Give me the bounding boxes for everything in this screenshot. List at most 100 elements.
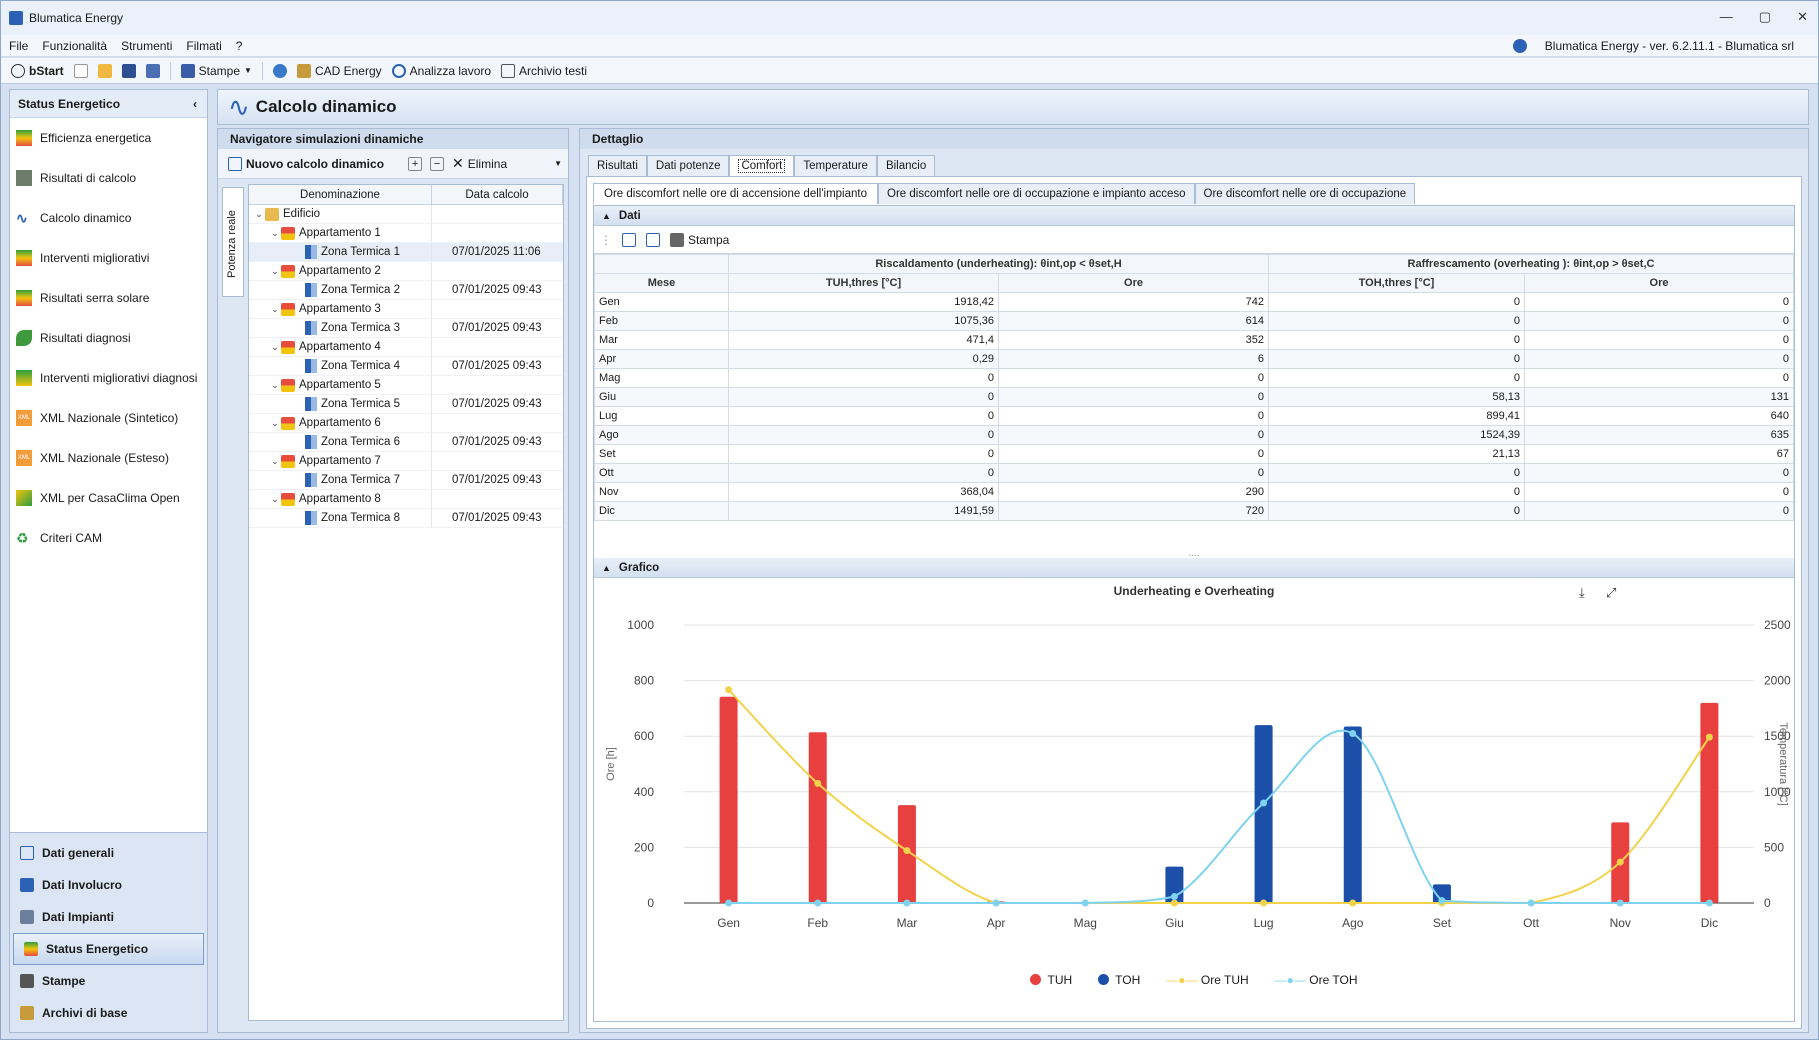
chevron-up-icon[interactable]: ▲ bbox=[602, 563, 611, 573]
tree-row-apartment[interactable]: ⌄ Appartamento 3 bbox=[249, 300, 563, 319]
chevron-down-icon[interactable]: ⌄ bbox=[269, 494, 281, 505]
tree-row-zone[interactable]: Zona Termica 5 07/01/2025 09:43 bbox=[249, 395, 563, 414]
table-row[interactable]: Nov 368,04 290 0 0 bbox=[594, 482, 1794, 502]
gear-icon[interactable] bbox=[272, 63, 287, 78]
menu-help[interactable]: ? bbox=[236, 39, 243, 53]
subtab-occupazione[interactable]: Ore discomfort nelle ore di occupazione bbox=[1194, 183, 1416, 204]
legend-ore-toh[interactable]: —●— Ore TOH bbox=[1275, 973, 1358, 987]
col-mese[interactable]: Mese bbox=[594, 273, 729, 293]
nav-status-energetico[interactable]: Status Energetico bbox=[13, 933, 204, 965]
sidebar-item-efficienza[interactable]: Efficienza energetica bbox=[10, 118, 207, 158]
menu-filmati[interactable]: Filmati bbox=[186, 39, 221, 53]
table-row[interactable]: Mag 0 0 0 0 bbox=[594, 368, 1794, 388]
sidebar-item-interventi-diagnosi[interactable]: Interventi migliorativi diagnosi bbox=[10, 358, 207, 398]
expand-all-icon[interactable]: + bbox=[408, 156, 423, 171]
table-row[interactable]: Dic 1491,59 720 0 0 bbox=[594, 501, 1794, 521]
menu-file[interactable]: File bbox=[9, 39, 28, 53]
chevron-down-icon[interactable]: ⌄ bbox=[269, 418, 281, 429]
table-row[interactable]: Apr 0,29 6 0 0 bbox=[594, 349, 1794, 369]
tab-comfort[interactable]: Comfort bbox=[729, 155, 795, 176]
tree-row-zone[interactable]: Zona Termica 4 07/01/2025 09:43 bbox=[249, 357, 563, 376]
table-row[interactable]: Giu 0 0 58,13 131 bbox=[594, 387, 1794, 407]
save-all-icon[interactable] bbox=[145, 63, 160, 78]
chevron-down-icon[interactable]: ⌄ bbox=[269, 228, 281, 239]
collapse-icon[interactable]: ‹ bbox=[193, 97, 197, 111]
sidebar-item-calcolo-dinamico[interactable]: ∿ Calcolo dinamico bbox=[10, 198, 207, 238]
legend-toh[interactable]: TOH bbox=[1098, 973, 1140, 987]
tab-dati-potenze[interactable]: Dati potenze bbox=[646, 155, 730, 176]
sidebar-item-xml-sintetico[interactable]: XML XML Nazionale (Sintetico) bbox=[10, 398, 207, 438]
tree-row-zone[interactable]: Zona Termica 6 07/01/2025 09:43 bbox=[249, 433, 563, 452]
cad-energy-button[interactable]: CAD Energy bbox=[296, 63, 382, 78]
new-dynamic-calc-button[interactable]: Nuovo calcolo dinamico bbox=[228, 156, 384, 171]
table-row[interactable]: Ott 0 0 0 0 bbox=[594, 463, 1794, 483]
tree-row-zone[interactable]: Zona Termica 7 07/01/2025 09:43 bbox=[249, 471, 563, 490]
tree-row-root[interactable]: ⌄ Edificio bbox=[249, 205, 563, 224]
table-row[interactable]: Set 0 0 21,13 67 bbox=[594, 444, 1794, 464]
nav-stampe[interactable]: Stampe bbox=[10, 965, 207, 997]
nav-dati-involucro[interactable]: Dati Involucro bbox=[10, 869, 207, 901]
dati-section-header[interactable]: ▲ Dati bbox=[594, 206, 1794, 226]
new-file-icon[interactable] bbox=[73, 63, 88, 78]
table-row[interactable]: Mar 471,4 352 0 0 bbox=[594, 330, 1794, 350]
table-row[interactable]: Lug 0 0 899,41 640 bbox=[594, 406, 1794, 426]
col-data-calcolo[interactable]: Data calcolo bbox=[432, 185, 563, 204]
tree-row-apartment[interactable]: ⌄ Appartamento 8 bbox=[249, 490, 563, 509]
nav-dati-impianti[interactable]: Dati Impianti bbox=[10, 901, 207, 933]
vertical-tab-potenza-reale[interactable]: Potenza reale bbox=[222, 187, 244, 297]
chevron-up-icon[interactable]: ▲ bbox=[602, 211, 611, 221]
collapse-all-icon[interactable]: − bbox=[430, 156, 445, 171]
minimize-icon[interactable]: — bbox=[1720, 9, 1733, 25]
stampa-button[interactable]: Stampa bbox=[670, 232, 729, 247]
stampe-dropdown[interactable]: Stampe ▼ bbox=[180, 63, 252, 78]
grid-view-icon[interactable] bbox=[622, 232, 636, 247]
tree-row-apartment[interactable]: ⌄ Appartamento 5 bbox=[249, 376, 563, 395]
sidebar-item-xml-esteso[interactable]: XML XML Nazionale (Esteso) bbox=[10, 438, 207, 478]
tree-row-zone[interactable]: Zona Termica 8 07/01/2025 09:43 bbox=[249, 509, 563, 528]
chevron-down-icon[interactable]: ⌄ bbox=[269, 304, 281, 315]
export-icon[interactable] bbox=[646, 232, 660, 247]
tree-row-apartment[interactable]: ⌄ Appartamento 7 bbox=[249, 452, 563, 471]
table-row[interactable]: Ago 0 0 1524,39 635 bbox=[594, 425, 1794, 445]
sidebar-item-risultati[interactable]: Risultati di calcolo bbox=[10, 158, 207, 198]
tab-bilancio[interactable]: Bilancio bbox=[876, 155, 936, 176]
col-ore-cool[interactable]: Ore bbox=[1524, 273, 1794, 293]
chevron-down-icon[interactable]: ⌄ bbox=[253, 209, 265, 220]
tree-row-zone[interactable]: Zona Termica 1 07/01/2025 11:06 bbox=[249, 243, 563, 262]
sidebar-item-serra[interactable]: Risultati serra solare bbox=[10, 278, 207, 318]
col-denominazione[interactable]: Denominazione bbox=[249, 185, 432, 204]
col-toh[interactable]: TOH,thres [°C] bbox=[1268, 273, 1525, 293]
menu-strumenti[interactable]: Strumenti bbox=[121, 39, 172, 53]
tree-row-zone[interactable]: Zona Termica 3 07/01/2025 09:43 bbox=[249, 319, 563, 338]
nav-archivi[interactable]: Archivi di base bbox=[10, 997, 207, 1029]
tree-row-apartment[interactable]: ⌄ Appartamento 6 bbox=[249, 414, 563, 433]
col-tuh[interactable]: TUH,thres [°C] bbox=[728, 273, 999, 293]
bstart-button[interactable]: bStart bbox=[11, 63, 64, 78]
open-folder-icon[interactable] bbox=[97, 63, 112, 78]
sidebar-item-interventi[interactable]: Interventi migliorativi bbox=[10, 238, 207, 278]
col-ore-heat[interactable]: Ore bbox=[998, 273, 1269, 293]
archivio-testi-button[interactable]: Archivio testi bbox=[501, 63, 587, 78]
tree-row-zone[interactable]: Zona Termica 2 07/01/2025 09:43 bbox=[249, 281, 563, 300]
save-icon[interactable] bbox=[121, 63, 136, 78]
splitter-handle[interactable]: .... bbox=[594, 549, 1794, 559]
legend-tuh[interactable]: TUH bbox=[1030, 973, 1072, 987]
nav-dati-generali[interactable]: Dati generali bbox=[10, 837, 207, 869]
delete-button[interactable]: ✕ Elimina bbox=[452, 155, 507, 172]
maximize-icon[interactable]: ▢ bbox=[1759, 9, 1771, 25]
chevron-down-icon[interactable]: ⌄ bbox=[269, 342, 281, 353]
chevron-down-icon[interactable]: ▼ bbox=[554, 159, 562, 168]
tree-row-apartment[interactable]: ⌄ Appartamento 2 bbox=[249, 262, 563, 281]
subtab-occupazione-impianto[interactable]: Ore discomfort nelle ore di occupazione … bbox=[878, 183, 1195, 204]
tree-row-apartment[interactable]: ⌄ Appartamento 4 bbox=[249, 338, 563, 357]
sidebar-item-diagnosi[interactable]: Risultati diagnosi bbox=[10, 318, 207, 358]
sidebar-item-casaclima[interactable]: XML per CasaClima Open bbox=[10, 478, 207, 518]
chevron-down-icon[interactable]: ⌄ bbox=[269, 456, 281, 467]
tab-temperature[interactable]: Temperature bbox=[794, 155, 877, 176]
tab-risultati[interactable]: Risultati bbox=[588, 155, 647, 176]
subtab-accensione[interactable]: Ore discomfort nelle ore di accensione d… bbox=[593, 183, 878, 204]
analizza-lavoro-button[interactable]: Analizza lavoro bbox=[391, 63, 491, 78]
chevron-down-icon[interactable]: ⌄ bbox=[269, 380, 281, 391]
tree-row-apartment[interactable]: ⌄ Appartamento 1 bbox=[249, 224, 563, 243]
menu-funzionalita[interactable]: Funzionalità bbox=[42, 39, 107, 53]
